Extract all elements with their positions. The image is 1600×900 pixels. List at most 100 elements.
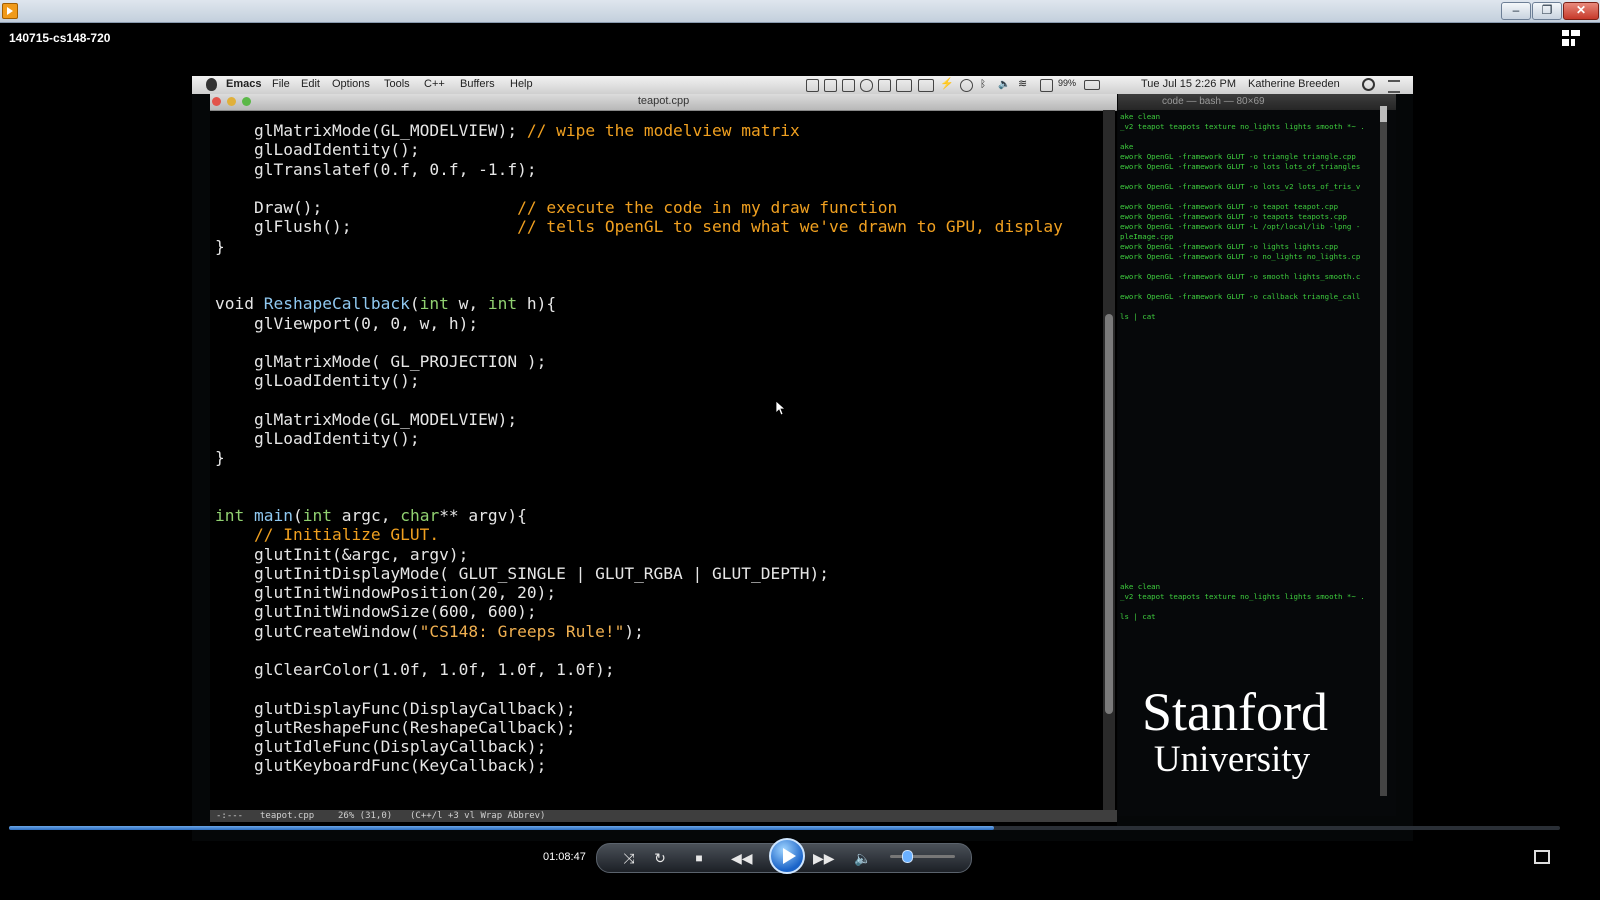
code-editor[interactable]: glMatrixMode(GL_MODELVIEW); // wipe the … xyxy=(215,121,1063,776)
code-line: glMatrixMode(GL_MODELVIEW); xyxy=(215,410,1063,429)
code-line: glutDisplayFunc(DisplayCallback); xyxy=(215,699,1063,718)
bolt-icon: ⚡ xyxy=(940,78,954,90)
fast-forward-button[interactable]: ▶▶ xyxy=(813,849,835,867)
code-token: main xyxy=(253,506,293,525)
code-token: int xyxy=(215,506,254,525)
volume-slider[interactable] xyxy=(890,855,955,858)
dropbox-icon xyxy=(806,79,819,92)
terminal-line: ake xyxy=(1120,142,1134,151)
code-token: int xyxy=(419,294,449,314)
video-title: 140715-cs148-720 xyxy=(9,31,111,45)
code-line: // Initialize GLUT. xyxy=(215,525,1063,544)
seek-bar[interactable] xyxy=(9,826,1560,830)
volume-icon: 🔈 xyxy=(998,79,1011,90)
code-token: glLoadIdentity(); xyxy=(215,140,420,160)
code-token: argc, xyxy=(331,506,401,525)
code-line: glMatrixMode(GL_MODELVIEW); // wipe the … xyxy=(215,121,1063,140)
code-line: glutReshapeFunc(ReshapeCallback); xyxy=(215,718,1063,737)
code-line: glLoadIdentity(); xyxy=(215,140,1063,159)
code-token: w, xyxy=(448,294,488,314)
menu-buffers: Buffers xyxy=(460,78,495,90)
code-token: glMatrixMode(GL_MODELVIEW); xyxy=(215,121,527,140)
tool-icon xyxy=(860,79,873,92)
code-token: h){ xyxy=(517,294,557,314)
terminal-line: ake clean xyxy=(1120,582,1161,591)
repeat-icon[interactable]: ↻ xyxy=(650,849,670,867)
terminal-scrollbar-thumb[interactable] xyxy=(1380,106,1387,122)
code-line: glFlush(); // tells OpenGL to send what … xyxy=(215,217,1063,236)
terminal-line: ework OpenGL -framework GLUT -o callback… xyxy=(1120,292,1361,301)
seek-bar-played xyxy=(9,826,994,830)
code-token: "CS148: Greeps Rule!" xyxy=(419,621,625,641)
bluetooth-icon: ᛒ xyxy=(980,79,986,90)
wifi-icon: ≋ xyxy=(1018,78,1028,90)
code-token: glMatrixMode(GL_MODELVIEW); xyxy=(215,409,518,429)
code-token: void xyxy=(215,294,264,314)
terminal-line: ework OpenGL -framework GLUT -o teapots … xyxy=(1120,212,1347,221)
code-token: ( xyxy=(292,506,303,525)
code-token: glutKeyboardFunc(KeyCallback); xyxy=(215,756,547,776)
terminal-titlebar: code — bash — 80×69 xyxy=(1118,94,1396,110)
maximize-button[interactable]: ❐ xyxy=(1532,2,1562,20)
code-line: } xyxy=(215,448,1063,467)
switch-layout-icon[interactable] xyxy=(1562,30,1580,46)
window-icon xyxy=(842,79,855,92)
media-player-app-icon xyxy=(2,3,18,19)
rewind-button[interactable]: ◀◀ xyxy=(731,849,753,867)
fullscreen-icon[interactable] xyxy=(1534,850,1550,864)
volume-icon[interactable]: 🔈 xyxy=(853,849,873,867)
terminal-scrollbar[interactable] xyxy=(1380,106,1387,796)
code-token: glutInitDisplayMode( GLUT_SINGLE | GLUT_… xyxy=(215,563,829,583)
code-token: glutIdleFunc(DisplayCallback); xyxy=(215,737,547,756)
code-token: int xyxy=(487,294,518,314)
code-token: ** argv){ xyxy=(439,506,527,525)
code-line: glutKeyboardFunc(KeyCallback); xyxy=(215,756,1063,775)
minimize-button[interactable]: – xyxy=(1501,2,1531,20)
code-token: // Initialize GLUT. xyxy=(253,525,440,545)
menu-help: Help xyxy=(510,78,533,90)
terminal-line: ls | cat xyxy=(1120,312,1156,321)
emacs-modeline: -:--- teapot.cpp 26% (31,0) (C++/l +3 vl… xyxy=(210,810,1117,822)
menu-file: File xyxy=(272,78,290,90)
volume-slider-knob[interactable] xyxy=(902,850,914,863)
emacs-scrollbar-thumb[interactable] xyxy=(1105,314,1113,714)
terminal-line: ework OpenGL -framework GLUT -o lots lot… xyxy=(1120,162,1361,171)
terminal-line: ls | cat xyxy=(1120,612,1156,621)
video-frame[interactable]: Emacs File Edit Options Tools C++ Buffer… xyxy=(192,76,1413,841)
code-token: char xyxy=(400,506,440,525)
code-line: glLoadIdentity(); xyxy=(215,371,1063,390)
emacs-window-filename: teapot.cpp xyxy=(637,95,690,107)
play-button[interactable] xyxy=(769,838,805,874)
modeline-flags: -:--- xyxy=(216,811,244,821)
code-token: glutDisplayFunc(DisplayCallback); xyxy=(215,698,576,718)
shuffle-icon[interactable]: ⤨ xyxy=(619,849,639,867)
code-line: glClearColor(1.0f, 1.0f, 1.0f, 1.0f); xyxy=(215,660,1063,679)
mouse-cursor-icon xyxy=(776,401,787,416)
code-token: // execute the code in my draw function xyxy=(517,198,898,217)
code-line: Draw(); // execute the code in my draw f… xyxy=(215,198,1063,217)
code-token: glLoadIdentity(); xyxy=(215,371,420,391)
code-token: glFlush(); xyxy=(215,217,518,237)
terminal-line: _v2 teapot teapots texture no_lights lig… xyxy=(1120,122,1365,131)
code-line: glTranslatef(0.f, 0.f, -1.f); xyxy=(215,160,1063,179)
terminal-line: ake clean xyxy=(1120,112,1161,121)
code-line: glutInitWindowSize(600, 600); xyxy=(215,602,1063,621)
modeline-modes: (C++/l +3 vl Wrap Abbrev) xyxy=(410,811,546,821)
bottom-strip xyxy=(0,879,1600,900)
terminal-line: ework OpenGL -framework GLUT -o lights l… xyxy=(1120,242,1339,251)
close-button[interactable]: ✕ xyxy=(1563,2,1599,20)
terminal-line: ework OpenGL -framework GLUT -o triangle… xyxy=(1120,152,1356,161)
code-token: glutInitWindowSize(600, 600); xyxy=(215,602,537,622)
code-token: ( xyxy=(409,294,420,314)
terminal-line: ework OpenGL -framework GLUT -o smooth l… xyxy=(1120,272,1361,281)
current-time: 01:08:47 xyxy=(543,851,586,863)
window-titlebar: – ❐ ✕ xyxy=(0,0,1600,23)
code-token: } xyxy=(215,236,225,256)
battery-icon xyxy=(1084,80,1100,90)
terminal-line: ework OpenGL -framework GLUT -o lots_v2 … xyxy=(1120,182,1361,191)
stop-button[interactable]: ■ xyxy=(689,849,709,867)
